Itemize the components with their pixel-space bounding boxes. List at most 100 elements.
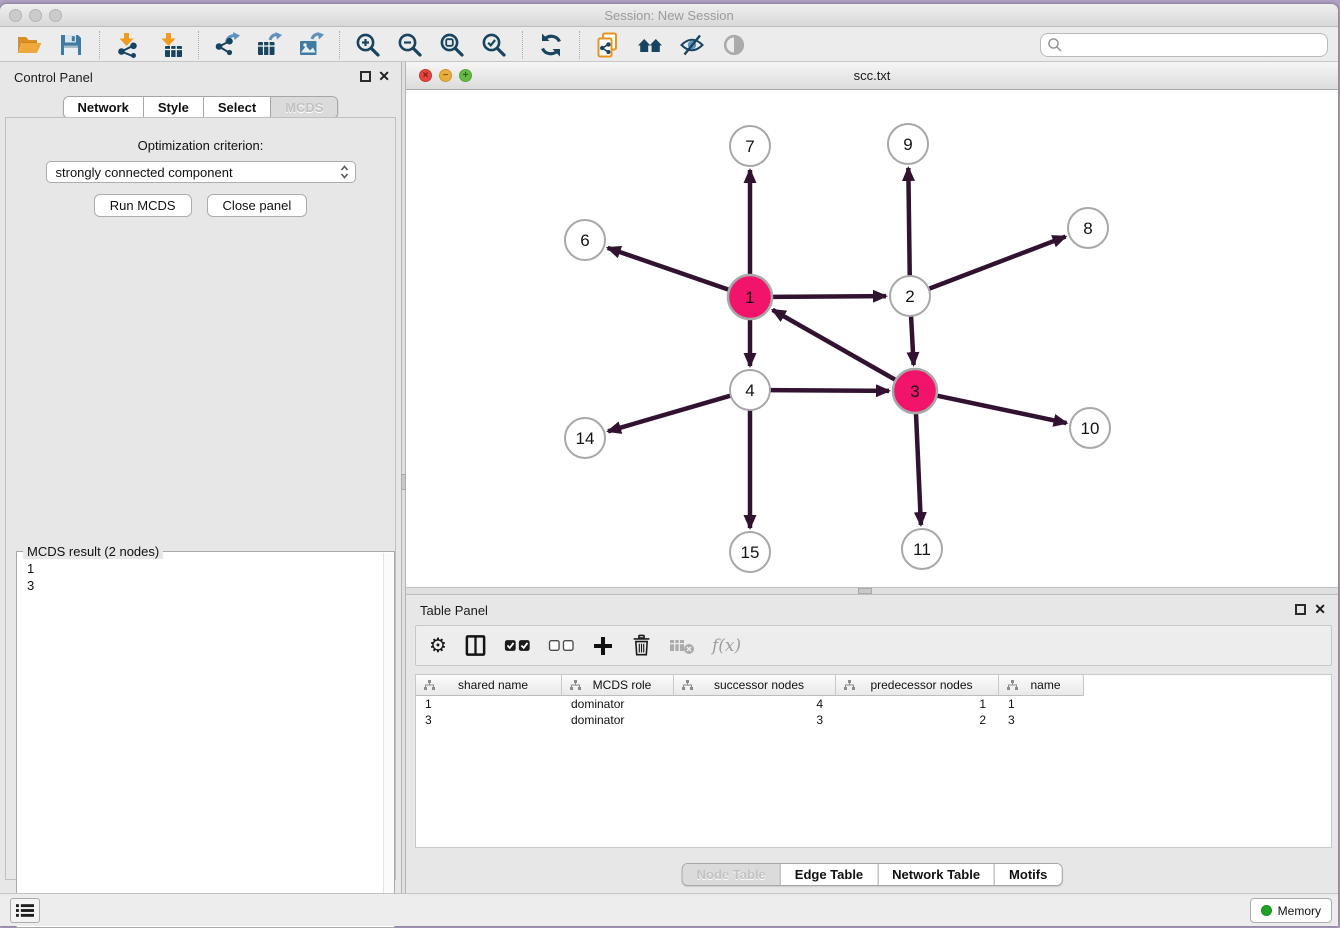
zoom-selected-icon[interactable] bbox=[479, 30, 509, 60]
table-cell[interactable]: 1 bbox=[836, 696, 999, 712]
hide-panel-icon[interactable] bbox=[677, 30, 707, 60]
refresh-icon[interactable] bbox=[536, 30, 566, 60]
window-titlebar: Session: New Session bbox=[0, 4, 1338, 27]
add-row-icon[interactable] bbox=[592, 633, 614, 659]
import-network-icon[interactable] bbox=[113, 30, 143, 60]
graph-edge-4-14[interactable] bbox=[608, 396, 731, 432]
graph-node-1[interactable]: 1 bbox=[728, 275, 772, 319]
table-cell[interactable]: 3 bbox=[674, 712, 836, 728]
export-image-icon[interactable] bbox=[296, 30, 326, 60]
table-cell[interactable]: 4 bbox=[674, 696, 836, 712]
graph-edge-2-8[interactable] bbox=[929, 237, 1066, 289]
zoom-in-icon[interactable] bbox=[353, 30, 383, 60]
table-close-panel-icon[interactable]: ✕ bbox=[1314, 601, 1326, 617]
graph-node-label: 7 bbox=[745, 137, 754, 156]
graph-node-14[interactable]: 14 bbox=[565, 418, 605, 458]
column-header-label: shared name bbox=[439, 678, 557, 692]
table-row[interactable]: 3dominator323 bbox=[416, 712, 1331, 728]
column-header-label: successor nodes bbox=[697, 678, 831, 692]
zoom-out-icon[interactable] bbox=[395, 30, 425, 60]
tab-node-table[interactable]: Node Table bbox=[683, 864, 780, 885]
control-panel-title: Control Panel bbox=[14, 70, 93, 85]
column-header-MCDS-role[interactable]: MCDS role bbox=[562, 675, 674, 696]
export-table-icon[interactable] bbox=[254, 30, 284, 60]
table-cell[interactable]: 3 bbox=[999, 712, 1084, 728]
memory-button[interactable]: Memory bbox=[1250, 898, 1332, 923]
graph-node-2[interactable]: 2 bbox=[890, 276, 930, 316]
column-header-name[interactable]: name bbox=[999, 675, 1084, 696]
graph-node-6[interactable]: 6 bbox=[565, 220, 605, 260]
column-header-shared-name[interactable]: shared name bbox=[416, 675, 562, 696]
table-row[interactable]: 1dominator411 bbox=[416, 696, 1331, 712]
save-session-icon[interactable] bbox=[56, 30, 86, 60]
tab-style[interactable]: Style bbox=[143, 97, 203, 118]
network-canvas[interactable]: 7 9 6 8 1 2 4 3 14 10 15 11 bbox=[406, 90, 1338, 587]
graph-node-9[interactable]: 9 bbox=[888, 124, 928, 164]
close-panel-icon[interactable]: ✕ bbox=[378, 68, 390, 84]
search-input[interactable] bbox=[1040, 33, 1328, 57]
graph-edge-2-3[interactable] bbox=[911, 316, 914, 365]
table-cell[interactable]: 1 bbox=[416, 696, 562, 712]
graph-edge-3-10[interactable] bbox=[937, 396, 1067, 423]
task-history-button[interactable] bbox=[10, 898, 40, 923]
zoom-fit-icon[interactable] bbox=[437, 30, 467, 60]
export-network-icon[interactable] bbox=[212, 30, 242, 60]
graph-edge-2-9[interactable] bbox=[908, 168, 909, 276]
graph-edge-4-3[interactable] bbox=[770, 390, 889, 391]
mcds-result-line: 3 bbox=[27, 577, 384, 594]
graph-node-3[interactable]: 3 bbox=[893, 369, 937, 413]
column-layout-icon[interactable] bbox=[464, 633, 487, 659]
run-mcds-button[interactable]: Run MCDS bbox=[94, 194, 192, 217]
tab-mcds[interactable]: MCDS bbox=[270, 97, 337, 118]
select-all-icon[interactable] bbox=[504, 633, 531, 659]
gear-icon[interactable]: ⚙ bbox=[429, 633, 447, 659]
graph-edge-3-1[interactable] bbox=[773, 310, 896, 380]
open-session-icon[interactable] bbox=[14, 30, 44, 60]
column-header-predecessor-nodes[interactable]: predecessor nodes bbox=[836, 675, 999, 696]
graph-edge-1-2[interactable] bbox=[772, 296, 886, 297]
show-panel-icon bbox=[719, 30, 749, 60]
tab-network[interactable]: Network bbox=[64, 97, 143, 118]
home-layout-icon[interactable] bbox=[635, 30, 665, 60]
table-cell[interactable]: 1 bbox=[999, 696, 1084, 712]
search-icon bbox=[1047, 37, 1063, 53]
graph-node-10[interactable]: 10 bbox=[1070, 408, 1110, 448]
optimization-criterion-select[interactable]: strongly connected component bbox=[46, 161, 356, 183]
toolbar-separator bbox=[198, 31, 199, 59]
graph-node-4[interactable]: 4 bbox=[730, 370, 770, 410]
horizontal-splitter[interactable] bbox=[406, 587, 1338, 595]
tab-motifs[interactable]: Motifs bbox=[994, 864, 1061, 885]
toolbar-separator bbox=[522, 31, 523, 59]
delete-row-icon[interactable] bbox=[631, 633, 652, 659]
table-float-panel-icon[interactable] bbox=[1295, 604, 1306, 615]
table-cell[interactable]: dominator bbox=[562, 696, 674, 712]
column-header-label: MCDS role bbox=[585, 678, 669, 692]
result-scrollbar[interactable] bbox=[383, 553, 394, 926]
column-header-successor-nodes[interactable]: successor nodes bbox=[674, 675, 836, 696]
table-cell[interactable]: 2 bbox=[836, 712, 999, 728]
tab-edge-table[interactable]: Edge Table bbox=[780, 864, 877, 885]
session-title: Session: New Session bbox=[0, 8, 1338, 23]
graph-node-7[interactable]: 7 bbox=[730, 126, 770, 166]
list-icon bbox=[16, 903, 34, 918]
network-window-titlebar: × − + scc.txt bbox=[406, 62, 1338, 90]
graph-edge-1-6[interactable] bbox=[608, 248, 730, 290]
table-cell[interactable]: 3 bbox=[416, 712, 562, 728]
deselect-all-icon[interactable] bbox=[548, 633, 575, 659]
main-toolbar bbox=[0, 28, 1338, 62]
graph-edge-3-11[interactable] bbox=[916, 413, 921, 525]
mcds-result-box: MCDS result (2 nodes) 13 bbox=[16, 551, 395, 928]
float-panel-icon[interactable] bbox=[360, 71, 371, 82]
import-table-icon[interactable] bbox=[155, 30, 185, 60]
graph-node-11[interactable]: 11 bbox=[902, 529, 942, 569]
mcds-result-line: 1 bbox=[27, 560, 384, 577]
graph-node-label: 14 bbox=[576, 429, 595, 448]
table-cell[interactable]: dominator bbox=[562, 712, 674, 728]
tab-network-table[interactable]: Network Table bbox=[877, 864, 994, 885]
network-overview-icon[interactable] bbox=[593, 30, 623, 60]
control-panel: Control Panel ✕ NetworkStyleSelectMCDS O… bbox=[0, 62, 401, 893]
graph-node-15[interactable]: 15 bbox=[730, 532, 770, 572]
graph-node-8[interactable]: 8 bbox=[1068, 208, 1108, 248]
close-panel-button[interactable]: Close panel bbox=[207, 194, 308, 217]
tab-select[interactable]: Select bbox=[203, 97, 270, 118]
